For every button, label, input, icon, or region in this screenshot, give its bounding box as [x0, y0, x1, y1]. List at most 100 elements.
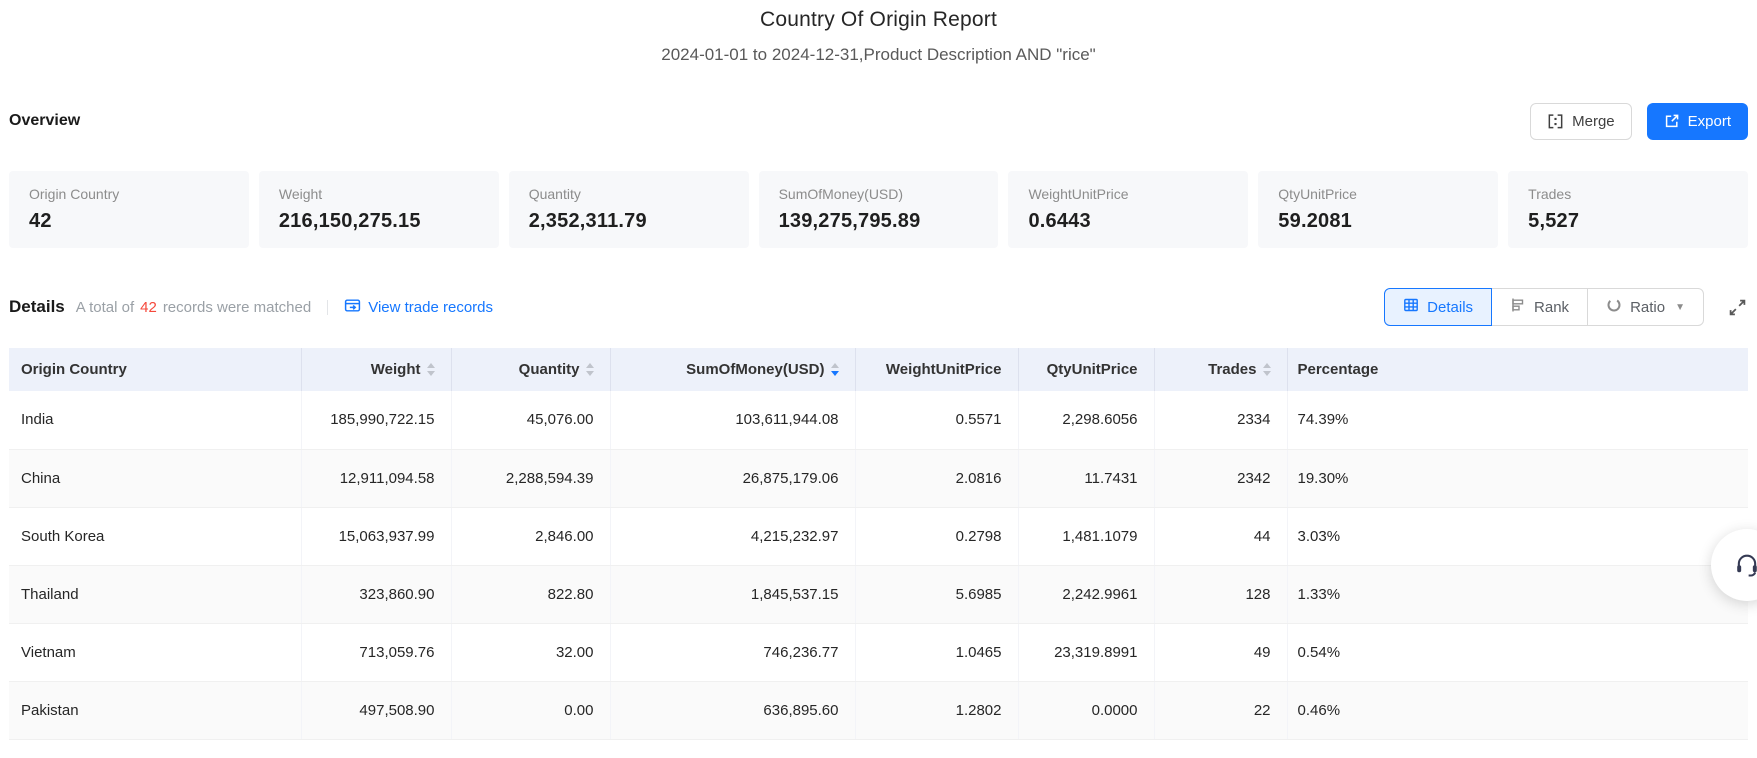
cell-trades: 2342 — [1154, 449, 1288, 508]
stat-value: 42 — [29, 210, 52, 232]
table-row-india: India 185,990,722.15 45,076.00 103,611,944.… — [9, 391, 1748, 450]
view-trade-records-label: View trade records — [368, 298, 494, 316]
stat-label: Trades — [1528, 186, 1572, 202]
view-trade-records-link[interactable]: View trade records — [344, 297, 493, 318]
cell-qtyunitprice: 23,319.8991 — [1018, 623, 1155, 682]
column-header-weight[interactable]: Weight — [301, 348, 452, 391]
stat-value: 216,150,275.15 — [278, 210, 421, 232]
export-icon — [1664, 113, 1680, 129]
stat-label: SumOfMoney(USD) — [778, 186, 904, 202]
cell-sumofmoney-usd: 26,875,179.06 — [610, 449, 856, 508]
cell-weight: 185,990,722.15 — [301, 391, 452, 450]
sort-arrows-icon[interactable] — [830, 363, 839, 376]
stat-value: 5,527 — [1528, 210, 1580, 232]
stat-card-sum-of-money: SumOfMoney(USD) 139,275,795.89 — [758, 171, 999, 248]
column-header-trades[interactable]: Trades — [1154, 348, 1288, 391]
column-header-percentage: Percentage — [1287, 348, 1748, 391]
chevron-down-icon: ▼ — [1675, 301, 1685, 313]
cell-origin-country: South Korea — [9, 507, 302, 566]
stat-card-trades: Trades 5,527 — [1508, 171, 1749, 248]
table-row-vietnam: Vietnam 713,059.76 32.00 746,236.77 1.0465 23… — [9, 623, 1748, 682]
match-summary-suffix: records were matched — [162, 298, 312, 316]
cell-sumofmoney-usd: 636,895.60 — [610, 681, 856, 740]
cell-quantity: 2,288,594.39 — [451, 449, 611, 508]
column-header-origin-country: Origin Country — [9, 348, 302, 391]
cell-weightunitprice: 5.6985 — [855, 565, 1019, 624]
cell-quantity: 2,846.00 — [451, 507, 611, 566]
cell-origin-country: Pakistan — [9, 681, 302, 740]
tab-details-label: Details — [1427, 298, 1474, 316]
cell-percentage: 1.33% — [1287, 565, 1748, 624]
cell-trades: 2334 — [1154, 391, 1288, 450]
table-row-pakistan: Pakistan 497,508.90 0.00 636,895.60 1.2802 0.… — [9, 681, 1748, 740]
column-header-label: Weight — [370, 361, 421, 378]
table-grid-icon — [1403, 297, 1419, 317]
cell-weightunitprice: 1.2802 — [855, 681, 1019, 740]
cell-weight: 713,059.76 — [301, 623, 452, 682]
column-header-sumofmoney-usd[interactable]: SumOfMoney(USD) — [610, 348, 856, 391]
tab-details[interactable]: Details — [1384, 288, 1493, 326]
merge-button-label: Merge — [1572, 112, 1615, 130]
cell-sumofmoney-usd: 746,236.77 — [610, 623, 856, 682]
stat-value: 59.2081 — [1278, 210, 1352, 232]
fullscreen-expand-icon — [1729, 299, 1745, 315]
report-filter-subtitle: 2024-01-01 to 2024-12-31,Product Descrip… — [661, 45, 1096, 64]
overview-bar: Overview Merge Export — [9, 101, 1748, 141]
donut-chart-icon — [1606, 297, 1622, 317]
details-bar-right: Details Rank Ratio ▼ — [1384, 288, 1748, 326]
column-header-label: Quantity — [518, 361, 580, 378]
cell-qtyunitprice: 2,242.9961 — [1018, 565, 1155, 624]
cell-quantity: 0.00 — [451, 681, 611, 740]
sort-arrows-icon[interactable] — [1262, 363, 1271, 376]
column-header-label: Origin Country — [21, 361, 127, 378]
cell-qtyunitprice: 2,298.6056 — [1018, 391, 1155, 450]
match-count: 42 — [140, 298, 157, 316]
match-summary-prefix: A total of — [75, 298, 135, 316]
stat-card-weight: Weight 216,150,275.15 — [258, 171, 499, 248]
merge-button[interactable]: Merge — [1530, 102, 1632, 140]
cell-weight: 12,911,094.58 — [301, 449, 452, 508]
column-header-quantity[interactable]: Quantity — [451, 348, 611, 391]
tab-rank[interactable]: Rank — [1491, 288, 1589, 326]
table-row-thailand: Thailand 323,860.90 822.80 1,845,537.15 5.69… — [9, 565, 1748, 624]
overview-actions: Merge Export — [1530, 102, 1748, 140]
cell-weight: 497,508.90 — [301, 681, 452, 740]
sort-arrows-icon[interactable] — [426, 363, 435, 376]
rank-bars-icon — [1510, 297, 1526, 317]
cell-origin-country: Vietnam — [9, 623, 302, 682]
stat-label: WeightUnitPrice — [1028, 186, 1129, 202]
cell-trades: 49 — [1154, 623, 1288, 682]
cell-percentage: 3.03% — [1287, 507, 1748, 566]
column-header-weightunitprice: WeightUnitPrice — [855, 348, 1019, 391]
export-button-label: Export — [1687, 112, 1731, 130]
overview-stat-cards: Origin Country 42 Weight 216,150,275.15 … — [9, 171, 1749, 248]
fullscreen-button[interactable] — [1726, 296, 1748, 318]
details-heading: Details — [9, 297, 65, 316]
cell-percentage: 0.54% — [1287, 623, 1748, 682]
cell-weightunitprice: 1.0465 — [855, 623, 1019, 682]
table-row-china: China 12,911,094.58 2,288,594.39 26,875,179… — [9, 449, 1748, 508]
export-button[interactable]: Export — [1646, 102, 1748, 140]
column-header-label: Percentage — [1297, 361, 1379, 378]
cell-percentage: 0.46% — [1287, 681, 1748, 740]
cell-qtyunitprice: 1,481.1079 — [1018, 507, 1155, 566]
details-table: Origin Country Weight Quantity SumOfMoney(U… — [9, 348, 1748, 740]
cell-trades: 22 — [1154, 681, 1288, 740]
cell-quantity: 32.00 — [451, 623, 611, 682]
cell-weightunitprice: 0.2798 — [855, 507, 1019, 566]
stat-card-weight-unit-price: WeightUnitPrice 0.6443 — [1008, 171, 1249, 248]
stat-value: 0.6443 — [1028, 210, 1091, 232]
merge-cells-icon — [1547, 113, 1564, 130]
tab-ratio-label: Ratio — [1630, 298, 1666, 316]
cell-trades: 44 — [1154, 507, 1288, 566]
stat-label: Quantity — [528, 186, 581, 202]
cell-qtyunitprice: 0.0000 — [1018, 681, 1155, 740]
cell-weight: 15,063,937.99 — [301, 507, 452, 566]
cell-percentage: 74.39% — [1287, 391, 1748, 450]
sort-arrows-icon[interactable] — [585, 363, 594, 376]
tab-ratio[interactable]: Ratio ▼ — [1587, 288, 1704, 326]
cell-sumofmoney-usd: 4,215,232.97 — [610, 507, 856, 566]
stat-card-quantity: Quantity 2,352,311.79 — [508, 171, 749, 248]
cell-quantity: 822.80 — [451, 565, 611, 624]
headset-icon — [1737, 554, 1757, 577]
